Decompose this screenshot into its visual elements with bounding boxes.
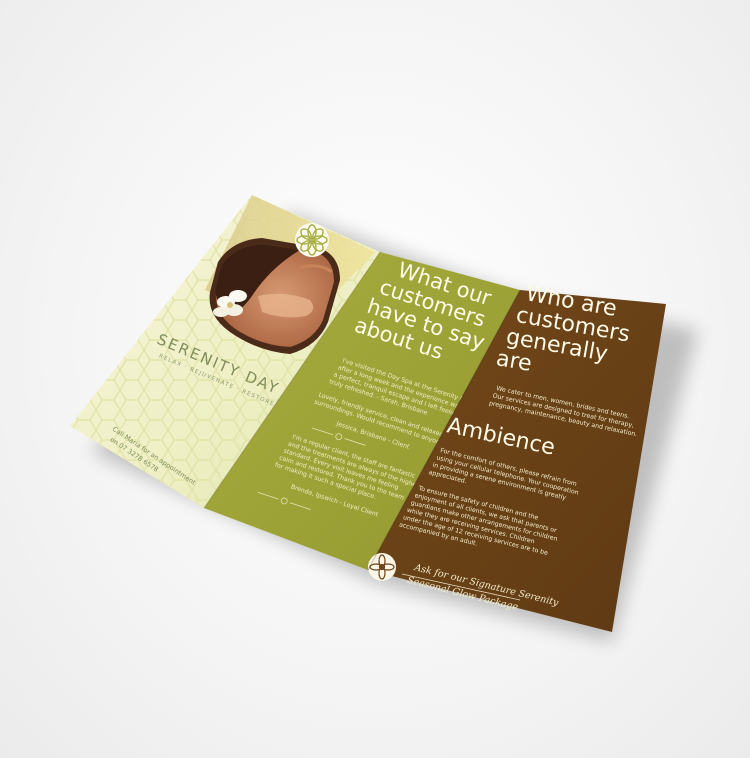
brochure-mockup: SERENITY DAY SPA RELAX · REJUVENATE · RE… (70, 195, 698, 642)
flower-logo-icon (295, 223, 329, 257)
flower-badge-icon (368, 553, 396, 581)
product-photo: SERENITY DAY SPA RELAX · REJUVENATE · RE… (0, 0, 750, 758)
